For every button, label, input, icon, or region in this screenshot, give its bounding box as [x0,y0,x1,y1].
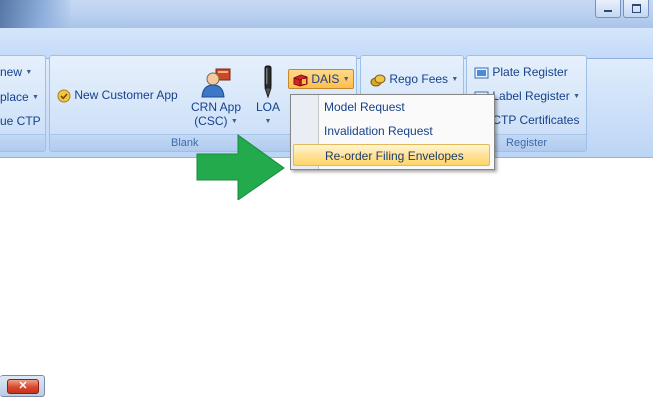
loa-button[interactable]: LOA ▼ [252,65,284,128]
chevron-down-icon: ▼ [25,69,33,77]
new-customer-app-icon [57,89,71,103]
chevron-down-icon: ▼ [264,118,272,126]
ctp-label: ue CTP [0,114,41,128]
place-menu-label: place [0,90,29,104]
new-menu-label: new [0,65,23,79]
dais-icon [293,74,308,87]
crn-app-icon [201,68,231,98]
menu-item-model-request[interactable]: Model Request [324,96,405,118]
menu-item-reorder-filing-envelopes[interactable]: Re-order Filing Envelopes [293,144,490,166]
chevron-down-icon: ▼ [32,94,39,102]
crn-app-label-line2-wrap: (CSC) ▼ [188,114,244,128]
chevron-down-icon: ▼ [342,75,350,83]
crn-app-label-line2: (CSC) [194,114,228,128]
maximize-icon [631,4,641,13]
place-menu-button[interactable]: place ▼ [0,90,39,104]
rego-fees-label: Rego Fees [389,72,449,86]
plate-register-button[interactable]: Plate Register [474,65,568,79]
crn-app-label-line1: CRN App [190,100,242,114]
menu-item-invalidation-request[interactable]: Invalidation Request [324,120,433,142]
dais-dropdown-menu: Model Request Invalidation Request Re-or… [290,94,495,170]
coins-icon [370,74,386,87]
new-customer-app-button[interactable]: New Customer App [57,88,178,103]
minimize-icon [604,10,612,12]
new-menu-button[interactable]: new ▼ [0,65,32,79]
close-button[interactable]: ✕ [7,379,39,394]
title-bar-glare [0,0,70,28]
crn-app-button[interactable]: CRN App (CSC) ▼ [188,68,244,128]
loa-label: LOA [255,100,280,114]
pen-icon [264,65,272,99]
chevron-down-icon: ▼ [573,93,581,101]
dais-button[interactable]: DAIS ▼ [288,69,354,89]
ribbon-group-left-label [0,134,45,151]
annotation-arrow [196,134,285,200]
taskbar-button[interactable]: ✕ [0,375,45,397]
plate-register-icon [474,67,489,79]
label-register-label: Label Register [492,89,570,103]
ctp-button[interactable]: ue CTP [0,114,41,128]
chevron-down-icon: ▼ [230,118,238,126]
ctp-certificates-label: CTP Certificates [492,113,580,127]
maximize-button[interactable] [623,0,649,18]
close-icon: ✕ [18,380,28,392]
ribbon-empty-area [588,55,653,150]
new-customer-app-label: New Customer App [74,88,178,102]
title-bar [0,0,653,28]
minimize-button[interactable] [595,0,621,18]
plate-register-label: Plate Register [492,65,568,79]
dais-label: DAIS [311,72,340,86]
chevron-down-icon: ▼ [451,76,459,84]
window-controls [595,0,649,18]
rego-fees-button[interactable]: Rego Fees ▼ [370,72,458,87]
